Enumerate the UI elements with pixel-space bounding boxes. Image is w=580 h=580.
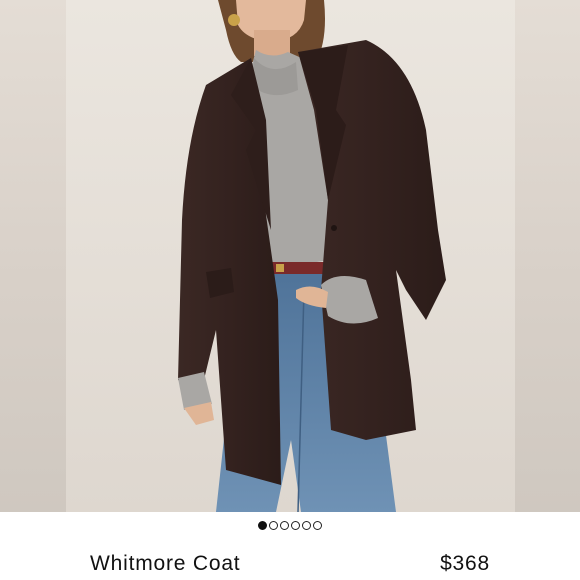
pagination-dot-4[interactable] xyxy=(291,521,300,530)
pagination-dot-5[interactable] xyxy=(302,521,311,530)
gallery-prev-blur[interactable] xyxy=(0,0,66,512)
pagination-dot-6[interactable] xyxy=(313,521,322,530)
gallery-next-blur[interactable] xyxy=(515,0,580,512)
product-image[interactable] xyxy=(66,0,515,512)
pagination-dot-1[interactable] xyxy=(258,521,267,530)
product-price: $368 xyxy=(440,552,490,575)
pagination-dot-3[interactable] xyxy=(280,521,289,530)
pagination-dot-2[interactable] xyxy=(269,521,278,530)
product-title: Whitmore Coat xyxy=(90,552,241,575)
image-pagination xyxy=(0,521,580,533)
